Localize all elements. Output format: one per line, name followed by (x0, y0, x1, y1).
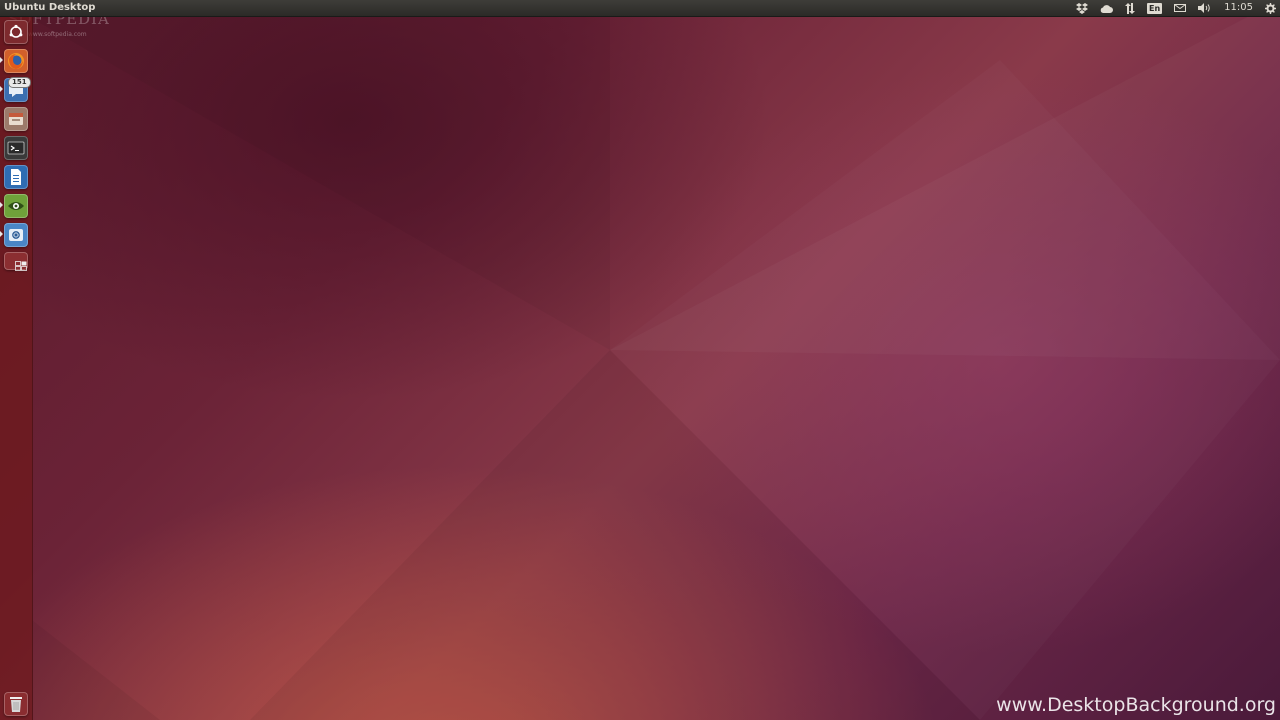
files-icon (9, 113, 23, 125)
trash-icon (10, 697, 22, 712)
desktop-wallpaper (0, 0, 1280, 720)
firefox-icon (8, 53, 24, 69)
app-center-icon (9, 229, 23, 241)
dash-home-button[interactable] (4, 20, 28, 44)
running-indicator (0, 202, 3, 208)
launcher: 151 (0, 17, 33, 720)
file-manager-launcher[interactable] (4, 107, 28, 131)
indicator-area: En 11:05 (1064, 0, 1276, 16)
softpedia-watermark-url: www.softpedia.com (28, 31, 87, 38)
cloud-icon[interactable] (1100, 0, 1113, 16)
workspace-switcher-button[interactable] (4, 252, 28, 271)
active-app-title: Ubuntu Desktop (4, 2, 96, 13)
terminal-launcher[interactable] (4, 136, 28, 160)
terminal-icon (7, 141, 25, 155)
running-indicator (0, 86, 3, 92)
clock[interactable]: 11:05 (1224, 0, 1253, 16)
wallpaper-geometric-shapes (0, 0, 980, 720)
app-center-launcher[interactable] (4, 223, 28, 247)
firefox-launcher[interactable] (4, 49, 28, 73)
workspaces-icon (15, 261, 27, 271)
unread-count-badge: 151 (8, 77, 31, 88)
eye-icon (8, 202, 24, 210)
media-viewer-launcher[interactable] (4, 194, 28, 218)
volume-icon[interactable] (1198, 0, 1212, 16)
keyboard-layout-indicator[interactable]: En (1147, 0, 1163, 16)
document-icon (11, 169, 21, 185)
session-gear-icon[interactable] (1265, 0, 1276, 16)
text-document-launcher[interactable] (4, 165, 28, 189)
ubuntu-logo-icon (9, 24, 23, 38)
top-panel: Ubuntu Desktop En 11:05 (0, 0, 1280, 17)
running-indicator (0, 57, 3, 63)
trash-launcher[interactable] (4, 692, 28, 716)
mail-icon[interactable] (1174, 0, 1187, 16)
site-watermark: www.DesktopBackground.org (996, 694, 1276, 716)
running-indicator (0, 231, 3, 237)
network-icon[interactable] (1125, 0, 1135, 16)
dropbox-icon[interactable] (1076, 0, 1088, 16)
